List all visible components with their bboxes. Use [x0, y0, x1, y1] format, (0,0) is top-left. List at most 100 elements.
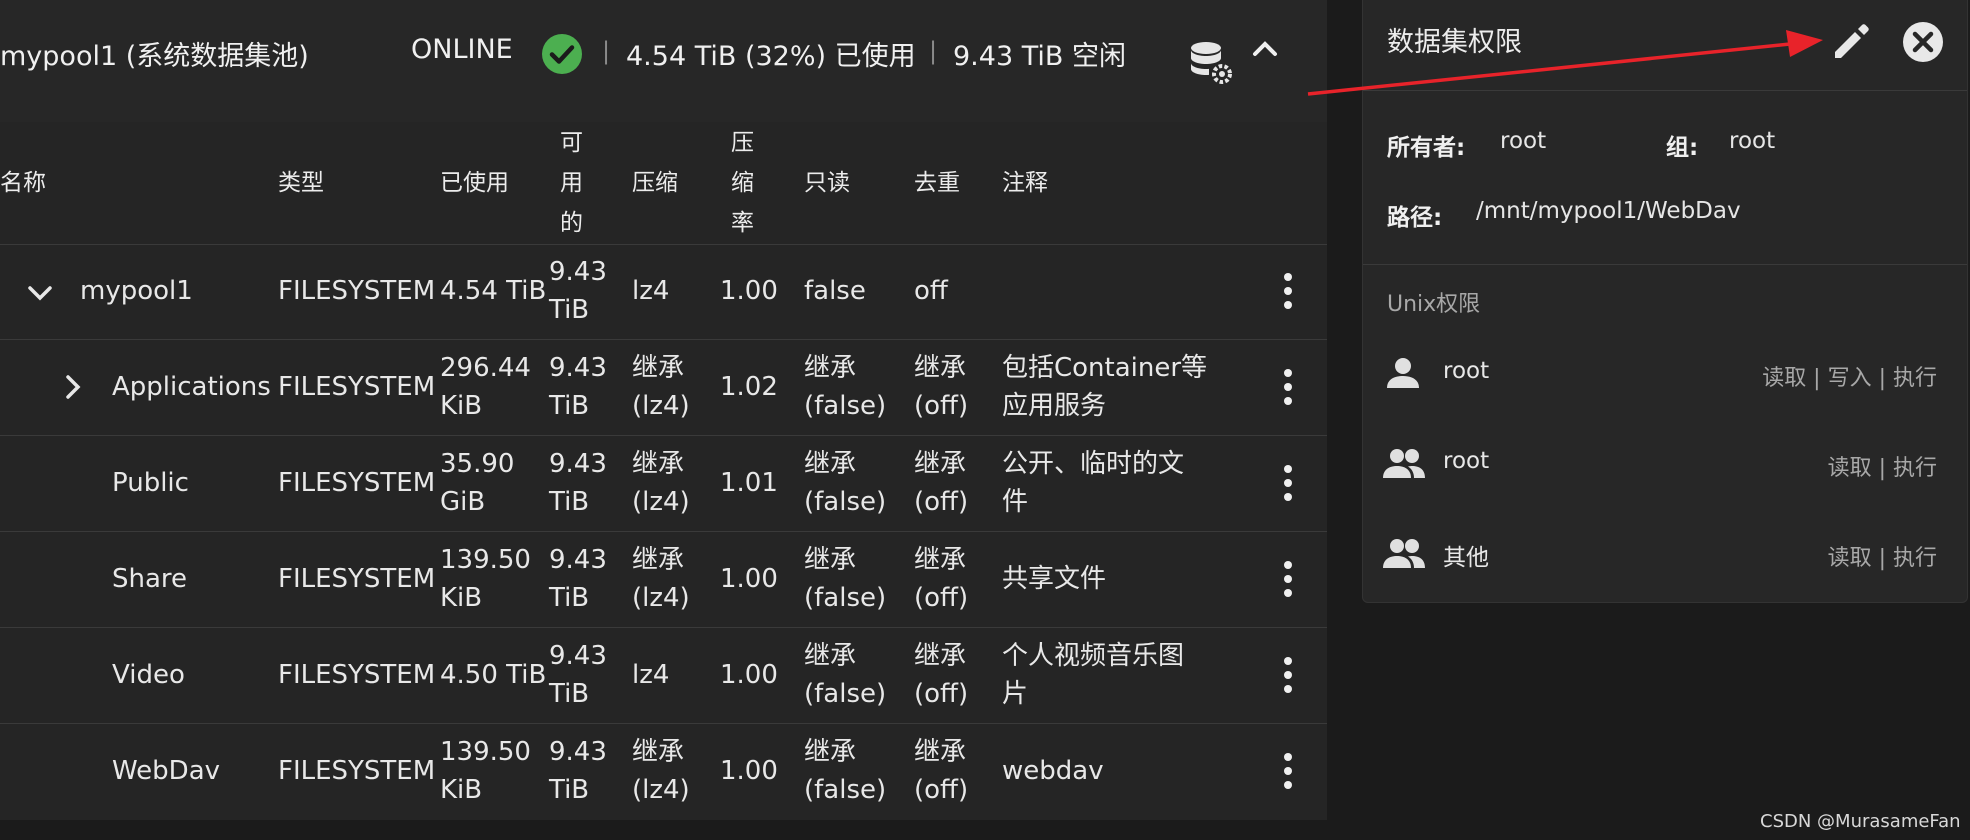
database-settings-icon[interactable] [1188, 40, 1234, 86]
permission-group-name: root [1443, 448, 1490, 474]
row-ratio: 1.00 [720, 276, 778, 306]
permission-other-flags: 读取 | 执行 [1827, 546, 1937, 571]
row-comments: 包括Container等 [1002, 353, 1208, 383]
row-used: 139.50 [440, 737, 531, 767]
row-ratio: 1.02 [720, 372, 778, 402]
chevron-up-icon[interactable] [1247, 34, 1283, 62]
table-row[interactable]: Applications FILESYSTEM 296.44 KiB 9.43 … [0, 340, 1327, 436]
row-available: 9.43 [549, 641, 607, 671]
row-comments: 共享文件 [1002, 564, 1107, 594]
row-used: KiB [440, 391, 483, 421]
table-row[interactable]: WebDav FILESYSTEM 139.50 KiB 9.43 TiB 继承… [0, 724, 1327, 819]
column-header-compression[interactable]: 压缩 [632, 163, 678, 203]
column-header-ratio[interactable]: 率 [731, 203, 754, 243]
permission-row-group: root 读取 | 执行 [1363, 440, 1967, 490]
row-available: TiB [549, 391, 590, 421]
row-compression: lz4 [632, 276, 670, 306]
row-available: TiB [549, 487, 590, 517]
row-used: 4.54 TiB [440, 276, 547, 306]
row-name: Public [112, 468, 189, 498]
row-used: GiB [440, 487, 486, 517]
column-header-type[interactable]: 类型 [278, 163, 324, 203]
chevron-down-icon[interactable] [25, 278, 55, 308]
more-vert-icon[interactable] [1272, 650, 1304, 700]
row-ratio: 1.00 [720, 564, 778, 594]
path-label: 路径: [1387, 205, 1443, 231]
column-header-readonly[interactable]: 只读 [804, 163, 850, 203]
row-readonly: 继承 [804, 353, 857, 383]
row-ratio: 1.01 [720, 468, 778, 498]
pool-used: 4.54 TiB (32%) 已使用 [626, 41, 916, 72]
row-comments: 应用服务 [1002, 391, 1107, 421]
permission-row-other: 其他 读取 | 执行 [1363, 530, 1967, 580]
owner-value: root [1500, 128, 1547, 154]
permission-row-user: root 读取 | 写入 | 执行 [1363, 350, 1967, 400]
chevron-right-icon[interactable] [58, 372, 88, 402]
row-readonly: (false) [804, 775, 887, 805]
row-dedup: 继承 [914, 737, 967, 767]
group-icon [1383, 449, 1425, 478]
row-dedup: 继承 [914, 545, 967, 575]
row-comments: 件 [1002, 487, 1029, 517]
column-header-available[interactable]: 可 [560, 123, 583, 163]
row-available: TiB [549, 295, 590, 325]
row-dedup: (off) [914, 679, 969, 709]
column-header-comments[interactable]: 注释 [1002, 163, 1048, 203]
pool-header: mypool1 (系统数据集池) ONLINE | 4.54 TiB (32%)… [0, 0, 1327, 122]
row-available: 9.43 [549, 353, 607, 383]
column-header-name[interactable]: 名称 [0, 163, 46, 203]
more-vert-icon[interactable] [1272, 266, 1304, 316]
close-icon[interactable] [1901, 20, 1945, 64]
row-dedup: 继承 [914, 449, 967, 479]
row-readonly: (false) [804, 583, 887, 613]
more-vert-icon[interactable] [1272, 458, 1304, 508]
column-header-available[interactable]: 用 [560, 163, 583, 203]
row-used: 35.90 [440, 449, 515, 479]
divider [1363, 264, 1967, 265]
dataset-permissions-panel: 数据集权限 所有者: root 组: root 路径: /mnt/mypool1… [1362, 0, 1968, 603]
pool-status: ONLINE [411, 34, 513, 65]
row-available: TiB [549, 583, 590, 613]
row-available: 9.43 [549, 545, 607, 575]
column-header-available[interactable]: 的 [560, 203, 583, 243]
row-name: Applications [112, 372, 271, 402]
row-readonly: 继承 [804, 737, 857, 767]
row-readonly: 继承 [804, 545, 857, 575]
column-header-used[interactable]: 已使用 [440, 163, 509, 203]
column-header-ratio[interactable]: 压 [731, 123, 754, 163]
edit-pencil-icon[interactable] [1829, 20, 1873, 64]
row-compression: 继承 [632, 545, 685, 575]
row-used: KiB [440, 775, 483, 805]
table-row[interactable]: Video FILESYSTEM 4.50 TiB 9.43 TiB lz4 1… [0, 628, 1327, 724]
column-header-dedup[interactable]: 去重 [914, 163, 960, 203]
row-dedup: (off) [914, 391, 969, 421]
row-comments: 片 [1002, 679, 1029, 709]
group-value: root [1729, 128, 1776, 154]
permission-user-flags: 读取 | 写入 | 执行 [1762, 366, 1937, 391]
row-used: 296.44 [440, 353, 531, 383]
row-comments: 个人视频音乐图 [1002, 641, 1185, 671]
row-ratio: 1.00 [720, 660, 778, 690]
unix-permissions-title: Unix权限 [1387, 292, 1481, 317]
more-vert-icon[interactable] [1272, 362, 1304, 412]
more-vert-icon[interactable] [1272, 746, 1304, 796]
row-available: 9.43 [549, 257, 607, 287]
row-used: 139.50 [440, 545, 531, 575]
table-row[interactable]: Share FILESYSTEM 139.50 KiB 9.43 TiB 继承 … [0, 532, 1327, 628]
row-type: FILESYSTEM [278, 756, 436, 786]
row-readonly: (false) [804, 391, 887, 421]
row-used: 4.50 TiB [440, 660, 547, 690]
row-type: FILESYSTEM [278, 372, 436, 402]
owner-label: 所有者: [1387, 135, 1466, 161]
panel-title: 数据集权限 [1387, 27, 1522, 58]
row-compression: (lz4) [632, 583, 690, 613]
row-compression: 继承 [632, 353, 685, 383]
column-header-ratio[interactable]: 缩 [731, 163, 754, 203]
table-row[interactable]: Public FILESYSTEM 35.90 GiB 9.43 TiB 继承 … [0, 436, 1327, 532]
divider [1363, 90, 1967, 91]
more-vert-icon[interactable] [1272, 554, 1304, 604]
row-used: KiB [440, 583, 483, 613]
row-readonly: (false) [804, 487, 887, 517]
pool-free: 9.43 TiB 空闲 [953, 41, 1126, 72]
table-row[interactable]: mypool1 FILESYSTEM 4.54 TiB 9.43 TiB lz4… [0, 244, 1327, 340]
